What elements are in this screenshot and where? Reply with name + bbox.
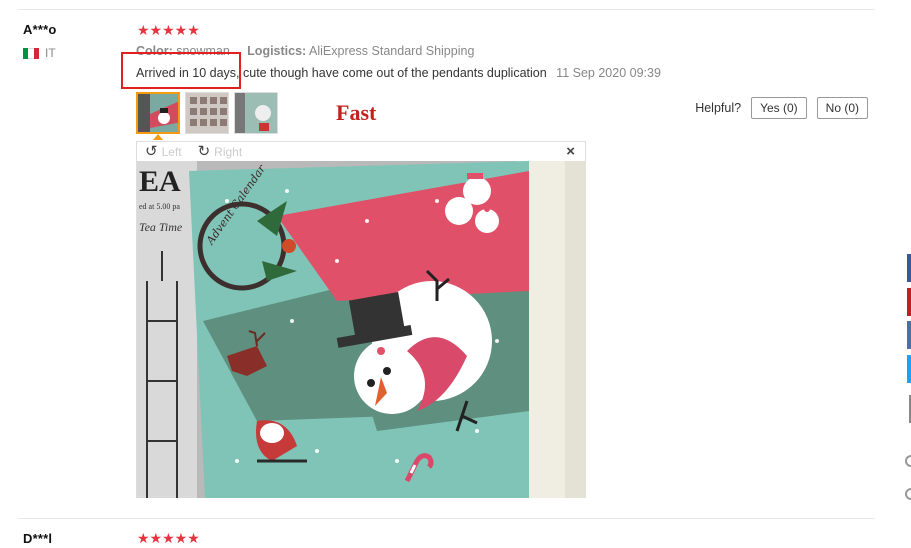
top-divider [18,9,874,10]
photo-thumbnail[interactable] [136,92,180,134]
annotation-highlight-box [121,52,241,89]
reviewer-name: A***o [23,22,57,37]
bg-text: ed at 5.00 pa [139,202,180,211]
reviewer-country: IT [23,46,56,60]
review-divider [18,518,874,519]
viewer-toolbar: ↺ Left ↻ Right [137,142,585,161]
rotate-left-label[interactable]: Left [162,145,182,159]
rating-stars: ★★★★★ [137,530,200,546]
rotate-right-label[interactable]: Right [214,145,242,159]
rotate-right-icon[interactable]: ↻ [198,144,211,159]
rating-stars: ★★★★★ [137,22,200,38]
photo-viewer: ↺ Left ↻ Right × EA ed at 5.00 pa Tea Ti… [136,141,586,498]
helpful-yes-button[interactable]: Yes (0) [751,97,807,119]
review-photo-thumbnails [136,92,278,134]
helpful-votes: Helpful? Yes (0) No (0) [695,97,868,119]
photo-thumbnail[interactable] [234,92,278,134]
share-pinterest-tab[interactable] [907,288,911,316]
sidebar-circle-icon[interactable] [905,455,911,467]
share-facebook-tab[interactable] [907,254,911,282]
country-code: IT [45,46,56,60]
bg-text: Tea Time [139,220,183,234]
review-date: 11 Sep 2020 09:39 [556,66,661,80]
share-twitter-tab[interactable] [907,355,911,383]
logistics-value: AliExpress Standard Shipping [309,44,475,58]
active-thumbnail-caret-icon [153,134,163,140]
annotation-text: Fast [336,100,377,125]
helpful-no-button[interactable]: No (0) [816,97,868,119]
helpful-label: Helpful? [695,101,742,115]
rotate-left-icon[interactable]: ↺ [145,144,158,159]
review-photo: EA ed at 5.00 pa Tea Time Advent Calenda… [137,161,586,498]
bg-text: EA [139,165,181,198]
reviewer-name: D***l [23,531,53,546]
sidebar-circle-icon[interactable] [905,488,911,500]
logistics-label: Logistics: [247,44,307,58]
photo-thumbnail[interactable] [185,92,229,134]
italy-flag-icon [23,47,39,59]
share-vk-tab[interactable] [907,321,911,349]
close-icon[interactable]: × [566,143,575,160]
